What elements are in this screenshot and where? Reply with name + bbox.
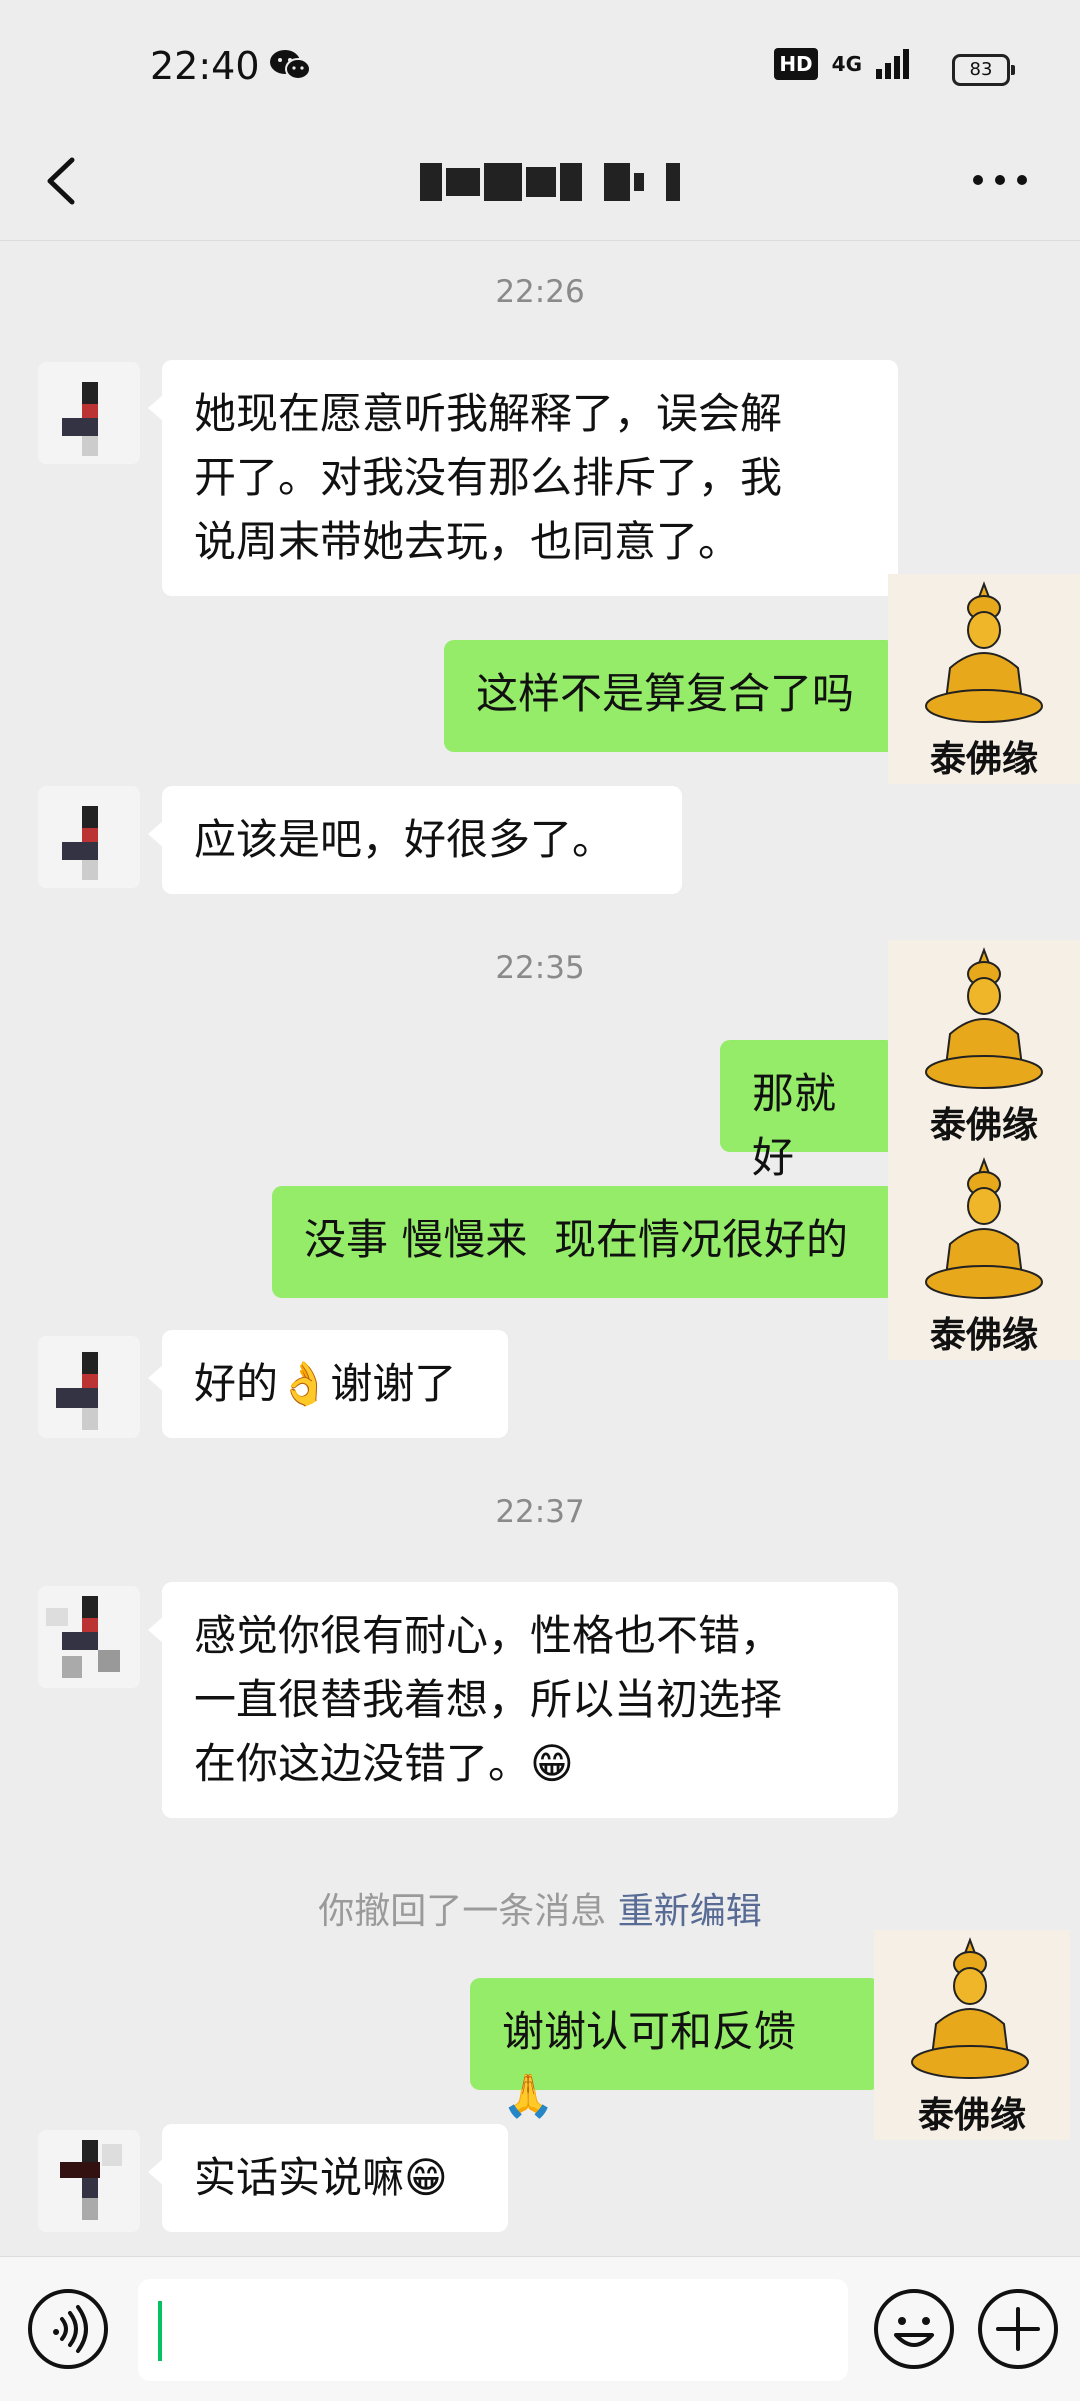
network-type: 4G <box>831 52 862 76</box>
grin-emoji: 😁 <box>530 1739 574 1788</box>
self-avatar-label: 泰佛缘 <box>929 739 1038 780</box>
wechat-icon <box>270 50 311 80</box>
message-bubble-incoming[interactable]: 应该是吧，好很多了。 <box>148 786 682 894</box>
buddha-icon <box>925 581 1043 723</box>
message-bubble-outgoing[interactable]: 这样不是算复合了吗 <box>444 640 896 752</box>
message-bubble-incoming[interactable]: 她现在愿意听我解释了，误会解 开了。对我没有那么排斥了，我 说周末带她去玩，也同… <box>148 360 898 596</box>
plus-button[interactable] <box>976 2287 1060 2371</box>
self-avatar[interactable]: 泰佛缘 <box>888 940 1080 1150</box>
re-edit-link[interactable]: 重新编辑 <box>618 1891 762 1932</box>
grin-emoji: 😁 <box>404 2153 448 2202</box>
emoji-button[interactable] <box>872 2287 956 2371</box>
back-button[interactable] <box>30 146 100 216</box>
message-text: 感觉你很有耐心，性格也不错， 一直很替我着想，所以当初选择 在你这边没错了。 <box>194 1611 783 1788</box>
message-text: 谢谢了 <box>330 1359 457 1408</box>
contact-avatar[interactable] <box>38 786 140 888</box>
self-avatar[interactable]: 泰佛缘 <box>888 574 1080 784</box>
buddha-icon <box>925 1157 1043 1299</box>
status-indicators: HD 4G <box>774 48 910 80</box>
contact-avatar[interactable] <box>38 362 140 464</box>
self-avatar-label: 泰佛缘 <box>929 1105 1038 1146</box>
message-bubble-outgoing[interactable]: 没事 慢慢来 现在情况很好的 <box>272 1186 896 1298</box>
signal-icon <box>876 49 909 79</box>
hd-badge: HD <box>774 48 818 80</box>
message-input[interactable] <box>138 2279 848 2381</box>
input-bar <box>0 2256 1080 2401</box>
contact-avatar[interactable] <box>38 1586 140 1688</box>
buddha-icon <box>911 1937 1029 2079</box>
recall-notice-text: 你撤回了一条消息 <box>318 1891 607 1932</box>
ok-hand-emoji: 👌 <box>278 1359 331 1408</box>
voice-button[interactable] <box>26 2287 110 2371</box>
self-avatar[interactable]: 泰佛缘 <box>888 1150 1080 1360</box>
contact-avatar[interactable] <box>38 1336 140 1438</box>
self-avatar-label: 泰佛缘 <box>929 1315 1038 1356</box>
recall-notice: 你撤回了一条消息 重新编辑 <box>0 1882 1080 1934</box>
status-bar: 22:40 HD 4G 83 <box>0 0 1080 140</box>
self-avatar-label: 泰佛缘 <box>917 2095 1026 2136</box>
buddha-icon <box>925 947 1043 1089</box>
message-bubble-outgoing[interactable]: 谢谢认可和反馈 🙏 <box>470 1978 880 2120</box>
contact-avatar[interactable] <box>38 2130 140 2232</box>
pray-emoji: 🙏 <box>502 2071 555 2120</box>
message-text: 实话实说嘛 <box>194 2153 405 2202</box>
more-options-button[interactable] <box>960 160 1040 200</box>
timestamp: 22:37 <box>495 1494 585 1530</box>
text-cursor <box>158 2301 162 2361</box>
timestamp: 22:26 <box>495 274 585 310</box>
message-text: 谢谢认可和反馈 <box>502 2007 797 2056</box>
message-bubble-incoming[interactable]: 实话实说嘛😁 <box>148 2124 508 2232</box>
chat-header <box>0 120 1080 241</box>
message-bubble-incoming[interactable]: 好的👌谢谢了 <box>148 1330 508 1438</box>
message-bubble-incoming[interactable]: 感觉你很有耐心，性格也不错， 一直很替我着想，所以当初选择 在你这边没错了。😁 <box>148 1582 898 1818</box>
status-time: 22:40 <box>150 44 260 88</box>
message-bubble-outgoing[interactable]: 那就好 <box>720 1040 896 1182</box>
message-text: 好的 <box>194 1359 279 1408</box>
battery-indicator: 83 <box>952 54 1015 86</box>
self-avatar[interactable]: 泰佛缘 <box>874 1930 1070 2140</box>
chat-title-redacted <box>420 162 680 202</box>
